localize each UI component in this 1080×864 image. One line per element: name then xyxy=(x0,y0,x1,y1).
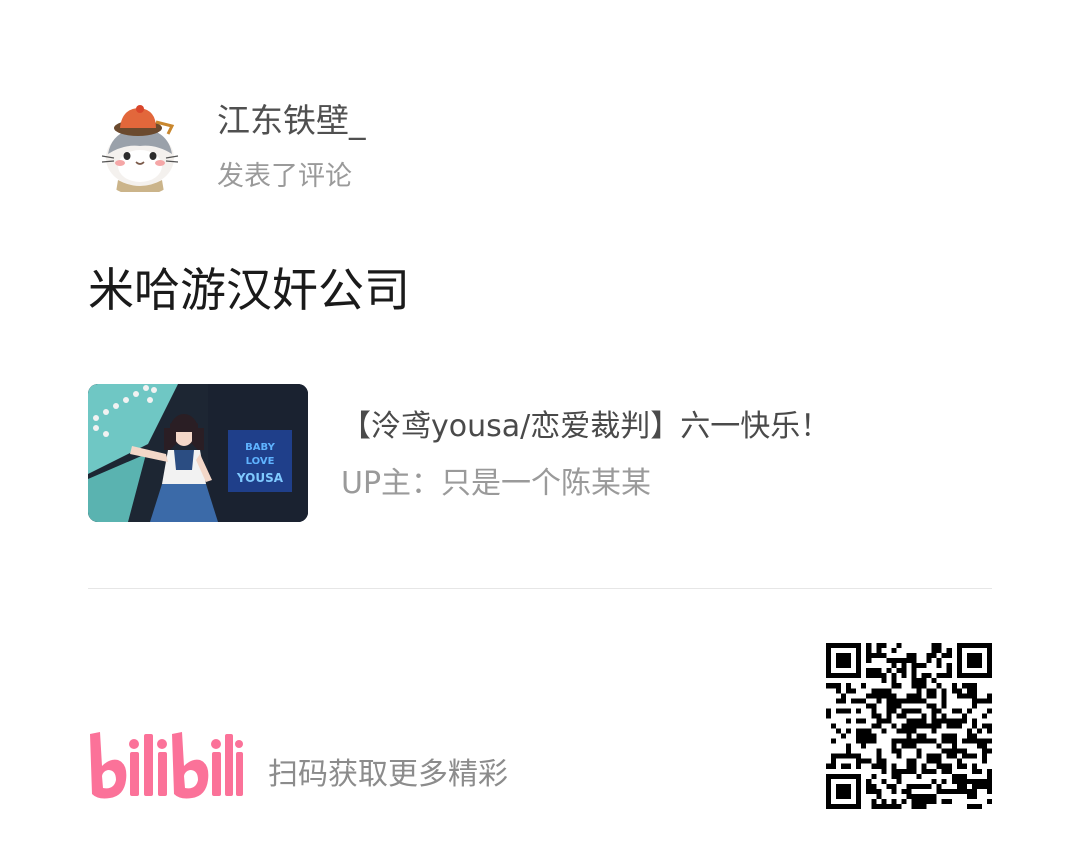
action-text: 发表了评论 xyxy=(217,161,352,192)
bilibili-logo-icon xyxy=(90,732,243,799)
svg-text:YOUSA: YOUSA xyxy=(236,471,284,485)
video-thumbnail[interactable]: BABY LOVE YOUSA xyxy=(88,384,308,522)
video-title[interactable]: 【泠鸢yousa/恋爱裁判】六一快乐！ xyxy=(341,405,830,449)
hamster-avatar-icon xyxy=(101,105,179,192)
share-card: 江东铁壁_ 发表了评论 米哈游汉奸公司 BABY LOVE YOUSA 【泠鸢y… xyxy=(0,0,1080,864)
svg-text:BABY: BABY xyxy=(245,442,275,453)
avatar[interactable] xyxy=(92,100,188,196)
qr-code-icon xyxy=(826,643,992,809)
comment-text: 米哈游汉奸公司 xyxy=(88,263,410,317)
bilibili-logo xyxy=(88,730,244,800)
qr-code[interactable] xyxy=(826,643,992,809)
video-uploader: UP主：只是一个陈某某 xyxy=(341,466,652,501)
video-thumbnail-icon: BABY LOVE YOUSA xyxy=(88,384,308,522)
scan-prompt-text: 扫码获取更多精彩 xyxy=(268,757,508,792)
svg-text:LOVE: LOVE xyxy=(246,456,275,467)
divider xyxy=(88,588,992,589)
user-name[interactable]: 江东铁壁_ xyxy=(217,98,366,144)
